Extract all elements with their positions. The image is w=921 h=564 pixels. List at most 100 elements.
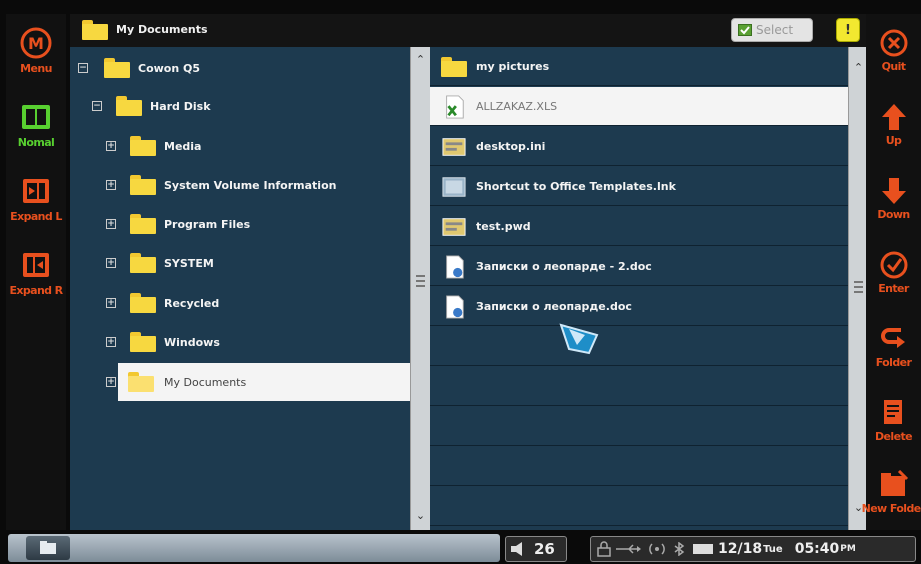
bottom-status-bar: 26 12/18 Tue 05:40 PM — [0, 530, 921, 564]
folder-icon — [128, 372, 154, 392]
expand-icon[interactable]: + — [106, 180, 116, 190]
scroll-up-icon[interactable]: ⌃ — [411, 51, 430, 69]
up-button[interactable]: Up — [866, 102, 921, 147]
battery-icon — [693, 544, 713, 554]
status-time: 05:40 — [794, 541, 840, 557]
quit-button[interactable]: Quit — [866, 28, 921, 73]
up-label: Up — [885, 134, 902, 147]
folder-icon — [130, 136, 156, 156]
tree-item-label: System Volume Information — [164, 178, 337, 192]
expand-icon[interactable]: + — [106, 337, 116, 347]
folder-label: Folder — [875, 356, 912, 369]
home-folder-icon — [40, 541, 56, 554]
empty-row — [430, 487, 848, 526]
empty-row — [430, 407, 848, 446]
excel-file-icon — [446, 95, 464, 119]
scroll-down-icon[interactable]: ⌄ — [411, 507, 430, 525]
normal-view-button[interactable]: Nomal — [6, 100, 66, 149]
select-label: Select — [756, 23, 794, 37]
file-row[interactable]: Записки о леопарде - 2.doc — [430, 247, 848, 286]
volume-indicator[interactable]: 26 — [505, 536, 567, 562]
scroll-grip-icon[interactable] — [854, 281, 863, 293]
tree-item-recycled[interactable]: + Recycled — [70, 284, 410, 322]
expand-icon[interactable]: + — [106, 258, 116, 268]
file-row[interactable]: ALLZAKAZ.XLS — [430, 87, 848, 126]
svg-text:M: M — [28, 34, 44, 53]
arrow-down-icon — [881, 178, 906, 204]
tree-item-system[interactable]: + SYSTEM — [70, 244, 410, 282]
file-row[interactable]: Записки о леопарде.doc — [430, 287, 848, 326]
bluetooth-icon — [674, 542, 685, 556]
file-row[interactable]: Shortcut to Office Templates.lnk — [430, 167, 848, 206]
shortcut-file-icon — [442, 177, 466, 197]
expand-right-icon — [23, 253, 49, 277]
file-row[interactable]: test.pwd — [430, 207, 848, 246]
enter-label: Enter — [878, 282, 909, 295]
menu-button[interactable]: M Menu — [6, 26, 66, 75]
arrow-up-icon — [881, 104, 906, 130]
file-name: my pictures — [476, 60, 550, 73]
file-name: Записки о леопарде - 2.doc — [476, 260, 652, 273]
right-toolbar: Quit Up Down Enter Folder Delete New Fol… — [862, 14, 921, 534]
expand-icon[interactable]: + — [106, 298, 116, 308]
empty-row — [430, 447, 848, 486]
tree-item-hard-disk[interactable]: − Hard Disk — [70, 87, 410, 125]
home-button[interactable] — [26, 536, 70, 560]
file-name: ALLZAKAZ.XLS — [476, 100, 558, 113]
folder-icon — [104, 58, 130, 78]
doc-file-icon — [446, 295, 464, 319]
stylus-cursor-icon — [559, 323, 599, 355]
folder-icon — [441, 57, 467, 81]
tree-item-program-files[interactable]: + Program Files — [70, 205, 410, 243]
collapse-icon[interactable]: − — [78, 63, 88, 73]
title-folder-icon — [82, 20, 108, 40]
enter-button[interactable]: Enter — [866, 250, 921, 295]
tree-scrollbar[interactable]: ⌃ ⌄ — [410, 47, 430, 530]
new-folder-button[interactable]: New Folder — [862, 470, 921, 515]
folder-icon — [116, 96, 142, 116]
delete-button[interactable]: Delete — [866, 398, 921, 443]
normal-view-label: Nomal — [17, 136, 55, 149]
window-title: My Documents — [116, 23, 208, 36]
wireless-icon — [649, 543, 665, 555]
new-folder-icon — [880, 470, 908, 496]
status-date: 12/18 — [718, 541, 763, 557]
collapse-icon[interactable]: − — [92, 101, 102, 111]
usb-icon — [616, 544, 641, 554]
file-scrollbar[interactable]: ⌃ ⌄ — [848, 47, 868, 530]
tree-item-my-documents-selected[interactable]: My Documents — [118, 363, 410, 401]
info-label: ! — [845, 22, 851, 38]
tree-item-label: Cowon Q5 — [138, 61, 201, 75]
info-button[interactable]: ! — [836, 18, 860, 42]
folder-up-button[interactable]: Folder — [866, 324, 921, 369]
tree-item-cowon-q5[interactable]: − Cowon Q5 — [70, 49, 410, 87]
scroll-grip-icon[interactable] — [416, 275, 425, 287]
delete-label: Delete — [875, 430, 913, 443]
file-row[interactable]: desktop.ini — [430, 127, 848, 166]
expand-left-button[interactable]: Expand L — [6, 174, 66, 223]
expand-icon[interactable]: + — [106, 141, 116, 151]
menu-circle-m-icon: M — [20, 27, 52, 59]
system-tray: 12/18 Tue 05:40 PM — [590, 536, 916, 562]
tree-item-label: Hard Disk — [150, 99, 211, 113]
file-name: test.pwd — [476, 220, 531, 233]
expand-icon[interactable]: + — [106, 377, 116, 387]
empty-row — [430, 327, 848, 366]
tree-item-system-volume-information[interactable]: + System Volume Information — [70, 166, 410, 204]
expand-left-icon — [23, 179, 49, 203]
tree-item-label: Recycled — [164, 296, 220, 310]
expand-icon[interactable]: + — [106, 219, 116, 229]
status-day: Tue — [763, 543, 783, 555]
select-button[interactable]: Select — [731, 18, 813, 42]
expand-right-button[interactable]: Expand R — [6, 248, 66, 297]
down-button[interactable]: Down — [866, 176, 921, 221]
tree-item-label: My Documents — [164, 375, 247, 389]
pwd-file-icon — [442, 218, 466, 236]
folder-icon — [130, 253, 156, 273]
tree-item-windows[interactable]: + Windows — [70, 323, 410, 361]
empty-row — [430, 367, 848, 406]
tree-item-media[interactable]: + Media — [70, 127, 410, 165]
checkbox-icon — [738, 24, 752, 36]
file-row[interactable]: my pictures — [430, 47, 848, 86]
taskbar — [8, 534, 500, 562]
